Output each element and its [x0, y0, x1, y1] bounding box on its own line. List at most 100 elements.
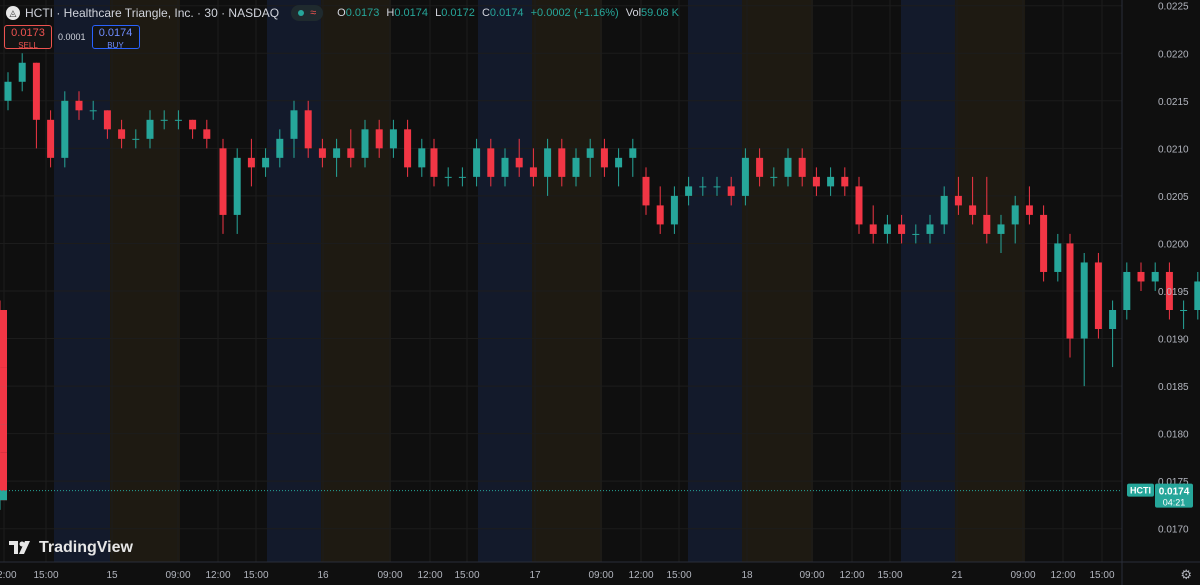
candle-body	[1151, 271, 1159, 282]
x-tick-label: 15:00	[1089, 570, 1114, 581]
price-tag-value: 0.0174	[1159, 487, 1190, 498]
candle-body	[912, 233, 920, 235]
candle-body	[0, 424, 7, 453]
y-tick-label: 0.0220	[1158, 49, 1189, 60]
candle-body	[203, 129, 211, 139]
candle-body	[558, 148, 566, 177]
chart-header: ◬ HCTI · Healthcare Triangle, Inc. · 30 …	[6, 4, 679, 22]
candle-body	[0, 310, 7, 368]
candle-body	[430, 148, 438, 177]
candle-body	[318, 148, 326, 158]
candle-body	[1109, 310, 1117, 330]
candle-body	[629, 148, 637, 158]
postmarket-band	[742, 0, 813, 562]
candlestick-chart[interactable]: 0.0225 0.0220 0.0215 0.0210 0.0205 0.0200 0.01…	[0, 0, 1200, 585]
y-tick-label: 0.0195	[1158, 287, 1189, 298]
candle-body	[969, 205, 977, 215]
candle-body	[656, 205, 664, 225]
x-tick-label: 21	[951, 570, 963, 581]
candle-body	[32, 62, 40, 120]
candle-body	[544, 148, 552, 177]
candle-body	[784, 157, 792, 177]
y-tick-label: 0.0215	[1158, 97, 1189, 108]
candle-body	[812, 176, 820, 187]
candle-body	[883, 224, 891, 234]
x-tick-label: 12:00	[839, 570, 864, 581]
settings-gear-icon[interactable]: ⚙	[1180, 567, 1192, 583]
candle-body	[1025, 205, 1033, 215]
last-price-label: HCTI 0.017404:21	[1127, 483, 1193, 508]
candle-body	[940, 195, 948, 225]
y-tick-label: 0.0210	[1158, 144, 1189, 155]
session-backgrounds	[54, 0, 1025, 562]
candle-body	[174, 119, 182, 121]
candle-body	[1137, 271, 1145, 282]
tradingview-logo[interactable]: TradingView	[9, 539, 133, 557]
brand-name: TradingView	[39, 539, 133, 556]
x-tick-label: 15:00	[243, 570, 268, 581]
candle-body	[160, 119, 168, 121]
x-tick-label: 12:00	[0, 570, 17, 581]
y-tick-label: 0.0200	[1158, 239, 1189, 250]
postmarket-band	[110, 0, 180, 562]
x-tick-label: 09:00	[1010, 570, 1035, 581]
premarket-band	[688, 0, 742, 562]
candle-body	[741, 157, 749, 196]
x-tick-label: 12:00	[417, 570, 442, 581]
premarket-band	[267, 0, 321, 562]
tradingview-logo-icon	[9, 541, 30, 554]
candle-body	[118, 129, 126, 139]
candle-body	[1040, 214, 1048, 272]
candle-body	[670, 195, 678, 225]
x-tick-label: 09:00	[377, 570, 402, 581]
candle-body	[756, 157, 764, 177]
market-open-dot-icon	[298, 10, 305, 16]
y-tick-label: 0.0225	[1158, 2, 1189, 13]
candle-body	[586, 148, 594, 158]
candle-body	[189, 119, 197, 130]
candle-body	[713, 186, 721, 188]
x-tick-label: 09:00	[588, 570, 613, 581]
x-tick-label: 15	[106, 570, 118, 581]
x-tick-label: 15:00	[666, 570, 691, 581]
candle-body	[926, 224, 934, 234]
candle-body	[247, 157, 255, 168]
candle-body	[219, 148, 227, 215]
candle-body	[347, 148, 355, 158]
candle-body	[1054, 243, 1062, 272]
candle-body	[983, 214, 991, 234]
candle-body	[276, 138, 284, 158]
market-status[interactable]: ≈	[291, 5, 324, 21]
x-tick-label: 09:00	[165, 570, 190, 581]
candle-body	[146, 119, 154, 139]
buy-button[interactable]: 0.0174 BUY	[91, 25, 140, 50]
candle-body	[685, 186, 693, 196]
candle-body	[75, 100, 83, 111]
x-tick-label: 12:00	[205, 570, 230, 581]
candle-body	[61, 100, 69, 158]
candle-body	[4, 81, 12, 101]
candle-body	[0, 452, 7, 491]
time-axis[interactable]: 12:00 15:00 15 09:00 12:00 15:00 16 09:00 12:00 1…	[0, 561, 1200, 581]
x-tick-label: 15:00	[877, 570, 902, 581]
candle-body	[1094, 262, 1102, 330]
candle-body	[89, 110, 97, 112]
candle-body	[1066, 243, 1074, 339]
candle-body	[233, 157, 241, 215]
candle-body	[262, 157, 270, 168]
symbol-title[interactable]: HCTI · Healthcare Triangle, Inc. · 30 · …	[25, 6, 279, 20]
sell-button[interactable]: 0.0173 SELL	[4, 25, 52, 50]
candle-body	[615, 157, 623, 168]
premarket-band	[901, 0, 955, 562]
candle-body	[855, 186, 863, 225]
y-tick-label: 0.0170	[1158, 525, 1189, 536]
premarket-band	[56, 0, 110, 562]
candle-body	[389, 129, 397, 149]
candle-body	[418, 148, 426, 168]
candle-body	[600, 148, 608, 168]
y-tick-label: 0.0185	[1158, 382, 1189, 393]
candle-body	[333, 148, 341, 158]
candle-body	[798, 157, 806, 177]
candle-body	[0, 386, 7, 425]
candle-body	[375, 129, 383, 149]
